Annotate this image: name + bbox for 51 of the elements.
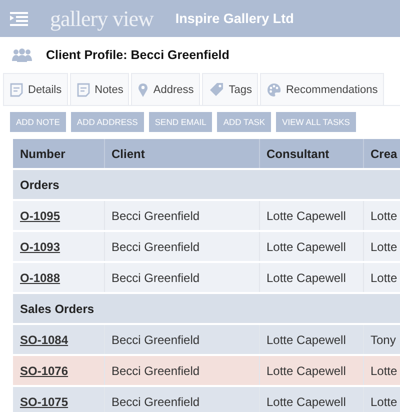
table-cell: Lotte Capewell xyxy=(266,364,346,378)
order-link[interactable]: O-1095 xyxy=(20,208,60,222)
table-cell: Becci Greenfield xyxy=(112,332,200,346)
table-cell: Becci Greenfield xyxy=(112,394,200,408)
note-icon xyxy=(76,82,90,96)
table-cell: Becci Greenfield xyxy=(112,240,200,254)
order-link[interactable]: SO-1075 xyxy=(20,394,68,408)
table-cell: Lotte xyxy=(370,364,398,378)
column-header: Number xyxy=(13,139,104,169)
table-cell: Lotte Capewell xyxy=(266,332,346,346)
table-cell: Lotte Capewell xyxy=(266,240,346,254)
table-cell: Lotte Capewell xyxy=(266,270,346,284)
order-link[interactable]: O-1093 xyxy=(20,240,60,254)
table-cell: Becci Greenfield xyxy=(112,208,200,222)
table-row[interactable]: O-1093 Becci Greenfield Lotte Capewell Lotte xyxy=(13,231,400,262)
order-link[interactable]: SO-1084 xyxy=(20,332,68,346)
table-row[interactable]: SO-1084 Becci Greenfield Lotte Capewell Tony xyxy=(13,324,400,355)
table-cell: Lotte xyxy=(370,240,398,254)
logo: gallery view xyxy=(50,6,154,32)
tab[interactable]: Recommendations xyxy=(260,73,384,105)
group-heading: Orders xyxy=(20,178,60,192)
company-name: Inspire Gallery Ltd xyxy=(175,11,294,26)
table-cell: Lotte xyxy=(370,394,398,408)
tab[interactable]: Address xyxy=(131,73,200,105)
column-header: Crea xyxy=(363,139,400,169)
table-row[interactable]: O-1095 Becci Greenfield Lotte Capewell Lotte xyxy=(13,200,400,231)
tab[interactable]: Details xyxy=(3,73,68,105)
table-row[interactable]: SO-1075 Becci Greenfield Lotte Capewell Lotte xyxy=(13,386,400,412)
menu-icon[interactable] xyxy=(10,12,28,26)
table-cell: Lotte xyxy=(370,270,398,284)
group-heading: Sales Orders xyxy=(20,302,94,316)
people-icon xyxy=(12,48,32,62)
column-header: Client xyxy=(104,139,259,169)
table-cell: Lotte Capewell xyxy=(266,208,346,222)
table-row[interactable]: SO-1076 Becci Greenfield Lotte Capewell Lotte xyxy=(13,355,400,386)
tab[interactable]: Notes xyxy=(70,73,130,105)
table-cell: Becci Greenfield xyxy=(112,364,200,378)
order-link[interactable]: O-1088 xyxy=(20,270,60,284)
tag-icon xyxy=(208,82,224,97)
table-cell: Lotte xyxy=(370,208,398,222)
pin-icon xyxy=(138,82,148,96)
page-title: Client Profile: Becci Greenfield xyxy=(46,48,230,62)
palette-icon xyxy=(266,82,281,96)
note-icon xyxy=(10,82,23,96)
order-link[interactable]: SO-1076 xyxy=(20,364,68,378)
table-cell: Lotte Capewell xyxy=(266,394,346,408)
table-cell: Becci Greenfield xyxy=(112,270,200,284)
column-header: Consultant xyxy=(259,139,363,169)
table-cell: Tony xyxy=(370,332,396,346)
table-row[interactable]: O-1088 Becci Greenfield Lotte Capewell Lotte xyxy=(13,262,400,293)
tab[interactable]: Tags xyxy=(202,73,258,105)
